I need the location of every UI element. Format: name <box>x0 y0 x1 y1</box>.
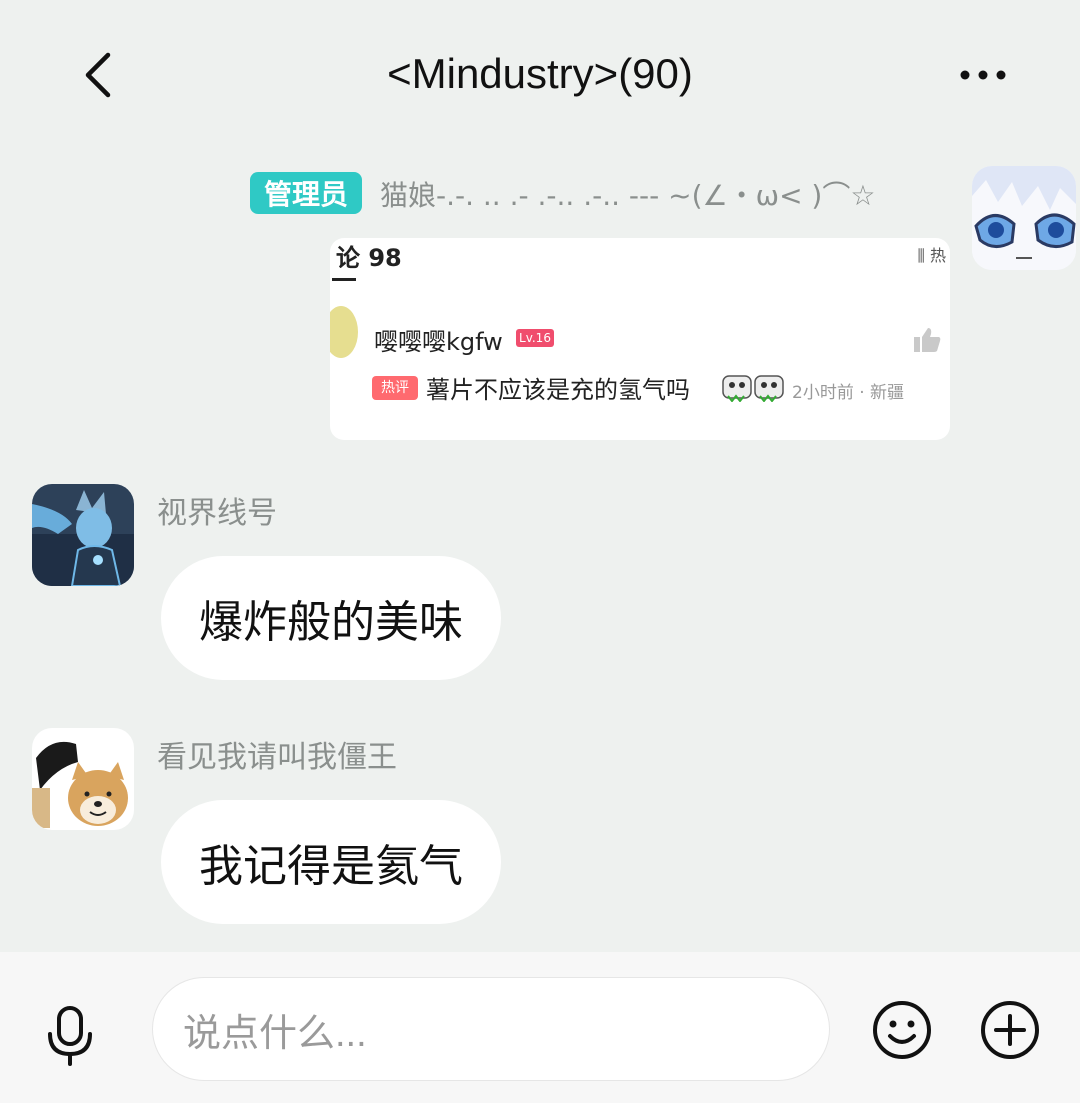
sticker-emojis <box>722 374 784 402</box>
message-bubble[interactable]: 我记得是氦气 <box>161 800 501 924</box>
commenter-avatar <box>330 306 358 358</box>
sort-label: ⫼ 热 <box>917 246 946 265</box>
avatar[interactable] <box>32 484 134 586</box>
input-bar: 说点什么... <box>0 952 1080 1103</box>
admin-badge: 管理员 <box>250 172 362 214</box>
chat-title: <Mindustry>(90) <box>387 50 693 97</box>
sender-name: 视界线号 <box>157 496 277 531</box>
more-dots-icon[interactable] <box>955 60 1015 90</box>
avatar[interactable] <box>32 728 134 830</box>
card-header: 论 98 ⫼ 热 <box>330 238 950 288</box>
message-admin: 管理员 猫娘-.-. .. .- .-.. .-.. --- ~(∠・ω< )⌒… <box>0 160 1080 450</box>
chat-screen: <Mindustry>(90) 管理员 猫娘-.-. .. .- .-.. .-… <box>0 0 1080 1103</box>
microphone-icon[interactable] <box>38 1004 102 1068</box>
message-input[interactable]: 说点什么... <box>152 977 830 1081</box>
more-actions-button[interactable] <box>978 998 1042 1062</box>
tab-underline <box>332 278 356 281</box>
sender-name: 猫娘-.-. .. .- .-.. .-.. --- ~(∠・ω< )⌒☆ <box>380 179 876 212</box>
emoji-button[interactable] <box>870 998 934 1062</box>
comment-count: 论 98 <box>336 244 402 272</box>
sender-name: 看见我请叫我僵王 <box>157 740 397 775</box>
chat-header: <Mindustry>(90) <box>0 0 1080 150</box>
shiba-dog-avatar-icon <box>32 728 134 830</box>
back-arrow-icon[interactable] <box>70 45 130 105</box>
comment-text: 薯片不应该是充的氢气吗 <box>426 376 690 404</box>
sort-icon: ⫼ <box>917 246 925 265</box>
avatar[interactable] <box>972 166 1076 270</box>
input-placeholder: 说点什么... <box>183 1012 367 1055</box>
message-bubble[interactable]: 爆炸般的美味 <box>161 556 501 680</box>
message-item: 视界线号 爆炸般的美味 <box>0 484 1080 684</box>
robot-character-avatar-icon <box>32 484 134 586</box>
back-button[interactable] <box>70 45 130 105</box>
frog-emoji-icon <box>754 375 784 402</box>
voice-button[interactable] <box>38 1004 102 1068</box>
like-icon <box>912 326 942 358</box>
commenter-name: 嘤嘤嘤kgfw <box>374 328 503 356</box>
more-button[interactable] <box>955 60 1015 90</box>
frog-emoji-icon <box>722 375 752 402</box>
anime-avatar-icon <box>972 166 1076 270</box>
emoji-icon[interactable] <box>870 998 934 1062</box>
shared-image-card[interactable]: 论 98 ⫼ 热 嘤嘤嘤kgfw Lv.16 热评 薯片不应该是充的氢气吗 2小… <box>330 238 950 440</box>
comment-time-location: 2小时前 · 新疆 <box>792 383 905 403</box>
hot-comment-tag: 热评 <box>372 376 418 400</box>
plus-icon[interactable] <box>978 998 1042 1062</box>
level-badge: Lv.16 <box>516 329 554 347</box>
message-item: 看见我请叫我僵王 我记得是氦气 <box>0 728 1080 928</box>
